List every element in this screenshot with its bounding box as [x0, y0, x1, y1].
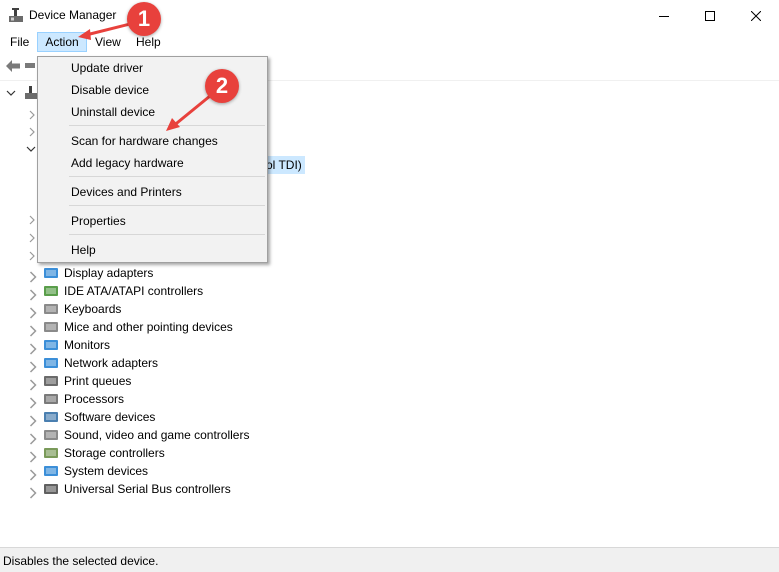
window-title: Device Manager — [29, 8, 117, 22]
menu-item-devices-printers[interactable]: Devices and Printers — [71, 182, 182, 202]
collapse-chevron-icon[interactable] — [26, 144, 36, 154]
root-collapse-chevron-icon[interactable] — [6, 88, 16, 98]
close-button[interactable] — [733, 0, 779, 31]
maximize-icon — [705, 10, 715, 21]
menu-item-update-driver[interactable]: Update driver — [71, 58, 143, 78]
title-bar: Device Manager — [0, 0, 779, 31]
menu-item-add-legacy-hardware[interactable]: Add legacy hardware — [71, 153, 184, 173]
device-manager-icon — [9, 8, 23, 22]
tree-item-label: Storage controllers — [64, 446, 165, 460]
menu-action[interactable]: Action — [37, 32, 87, 52]
menu-item-uninstall-device[interactable]: Uninstall device — [71, 102, 155, 122]
expand-chevron-icon[interactable] — [28, 340, 38, 358]
expand-chevron-icon[interactable] — [28, 251, 36, 261]
processor-icon — [44, 394, 58, 404]
software-device-icon — [44, 412, 58, 422]
expand-chevron-icon[interactable] — [28, 484, 38, 502]
maximize-button[interactable] — [687, 0, 733, 31]
expand-chevron-icon[interactable] — [28, 268, 38, 286]
back-arrow-icon[interactable] — [4, 58, 22, 74]
speaker-icon — [44, 430, 58, 440]
menu-view[interactable]: View — [95, 32, 121, 52]
tree-item-label: Software devices — [64, 410, 156, 424]
tree-item-label: Keyboards — [64, 302, 122, 316]
expand-chevron-icon[interactable] — [28, 127, 36, 137]
expand-chevron-icon[interactable] — [28, 430, 38, 448]
menu-separator — [69, 234, 265, 235]
expand-chevron-icon[interactable] — [28, 394, 38, 412]
tree-item-label: IDE ATA/ATAPI controllers — [64, 284, 204, 298]
expand-chevron-icon[interactable] — [28, 412, 38, 430]
close-icon — [751, 10, 761, 21]
tree-item-label: System devices — [64, 464, 149, 478]
menu-separator — [69, 176, 265, 177]
keyboard-icon — [44, 304, 58, 314]
step-badge-2: 2 — [205, 69, 239, 103]
step-badge-1: 1 — [127, 2, 161, 36]
expand-chevron-icon[interactable] — [28, 215, 36, 225]
menu-bar: File Action View Help — [0, 31, 779, 53]
expand-chevron-icon[interactable] — [28, 322, 38, 340]
expand-chevron-icon[interactable] — [28, 110, 36, 120]
selected-device-label[interactable]: ol TDI) — [266, 156, 305, 174]
tree-item-label: Print queues — [64, 374, 132, 388]
mouse-icon — [44, 322, 58, 332]
minimize-icon — [659, 15, 669, 17]
network-adapter-icon — [44, 358, 58, 368]
expand-chevron-icon[interactable] — [28, 304, 38, 322]
display-adapter-icon — [44, 268, 58, 278]
expand-chevron-icon[interactable] — [28, 448, 38, 466]
expand-chevron-icon[interactable] — [28, 286, 38, 304]
expand-chevron-icon[interactable] — [28, 466, 38, 484]
menu-item-help[interactable]: Help — [71, 240, 96, 260]
system-device-icon — [44, 466, 58, 476]
menu-item-properties[interactable]: Properties — [71, 211, 126, 231]
printer-icon — [44, 376, 58, 386]
menu-item-scan-hardware[interactable]: Scan for hardware changes — [71, 131, 218, 151]
menu-item-disable-device[interactable]: Disable device — [71, 80, 149, 100]
tree-item-label: Universal Serial Bus controllers — [64, 482, 231, 496]
tree-item-label: Processors — [64, 392, 125, 406]
expand-chevron-icon[interactable] — [28, 376, 38, 394]
tree-item-label: Display adapters — [64, 266, 154, 280]
menu-file[interactable]: File — [10, 32, 29, 52]
usb-icon — [44, 484, 58, 494]
forward-arrow-icon[interactable] — [25, 61, 35, 71]
menu-separator — [69, 125, 265, 126]
menu-separator — [69, 205, 265, 206]
expand-chevron-icon[interactable] — [28, 358, 38, 376]
tree-item-label: Network adapters — [64, 356, 159, 370]
status-text: Disables the selected device. — [3, 554, 159, 568]
tree-item-label: Monitors — [64, 338, 111, 352]
computer-root-icon — [25, 86, 37, 99]
status-bar: Disables the selected device. — [0, 547, 779, 572]
storage-controller-icon — [44, 448, 58, 458]
ide-controller-icon — [44, 286, 58, 296]
expand-chevron-icon[interactable] — [28, 233, 36, 243]
minimize-button[interactable] — [641, 0, 687, 31]
tree-item-label: Mice and other pointing devices — [64, 320, 233, 334]
tree-item-label: Sound, video and game controllers — [64, 428, 250, 442]
monitor-icon — [44, 340, 58, 350]
